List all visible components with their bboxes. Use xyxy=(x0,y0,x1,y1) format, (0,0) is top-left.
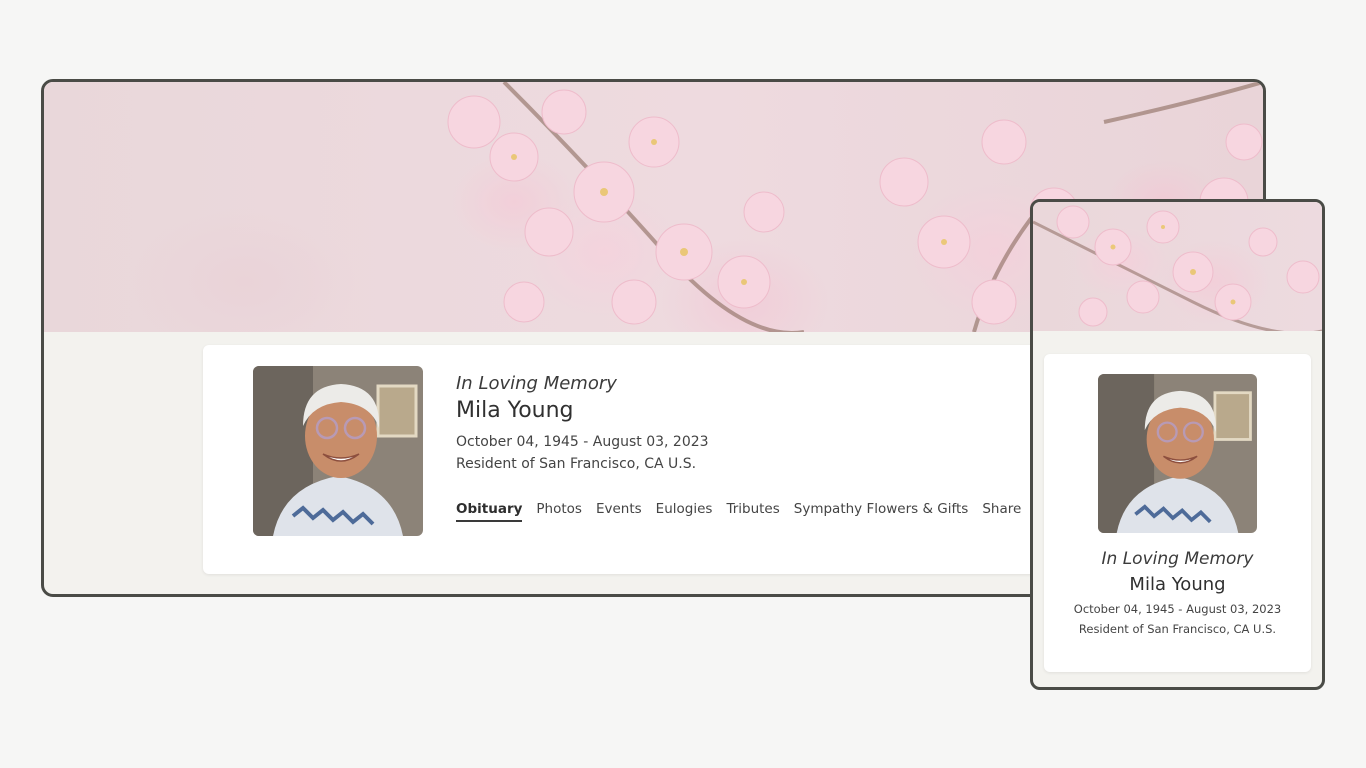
residence: Resident of San Francisco, CA U.S. xyxy=(456,456,697,472)
memorial-nav: Obituary Photos Events Eulogies Tributes… xyxy=(456,501,1021,522)
life-dates: October 04, 1945 - August 03, 2023 xyxy=(456,434,709,450)
mobile-cherry-blossom-banner xyxy=(1033,202,1322,331)
mobile-portrait-image xyxy=(1098,374,1257,533)
mobile-residence: Resident of San Francisco, CA U.S. xyxy=(1078,622,1277,636)
memorial-card: In Loving Memory Mila Young October 04, … xyxy=(203,345,1083,574)
mobile-life-dates: October 04, 1945 - August 03, 2023 xyxy=(1073,602,1282,616)
tab-share[interactable]: Share xyxy=(982,501,1021,522)
mobile-in-loving-memory-heading: In Loving Memory xyxy=(1101,549,1254,569)
mobile-cherry-blossom-image xyxy=(1033,205,1322,331)
mobile-deceased-name: Mila Young xyxy=(1129,574,1226,595)
tab-tributes[interactable]: Tributes xyxy=(726,501,779,522)
tab-obituary[interactable]: Obituary xyxy=(456,501,523,522)
mobile-portrait-photo xyxy=(1098,374,1257,533)
portrait-image xyxy=(253,366,423,536)
deceased-name: Mila Young xyxy=(456,398,574,423)
mobile-preview-frame: In Loving Memory Mila Young October 04, … xyxy=(1030,199,1325,690)
tab-sympathy-flowers-gifts[interactable]: Sympathy Flowers & Gifts xyxy=(794,501,969,522)
in-loving-memory-heading: In Loving Memory xyxy=(456,373,617,394)
tab-photos[interactable]: Photos xyxy=(536,501,582,522)
portrait-photo xyxy=(253,366,423,536)
tab-events[interactable]: Events xyxy=(596,501,642,522)
tab-eulogies[interactable]: Eulogies xyxy=(656,501,713,522)
mobile-memorial-card: In Loving Memory Mila Young October 04, … xyxy=(1044,354,1311,672)
